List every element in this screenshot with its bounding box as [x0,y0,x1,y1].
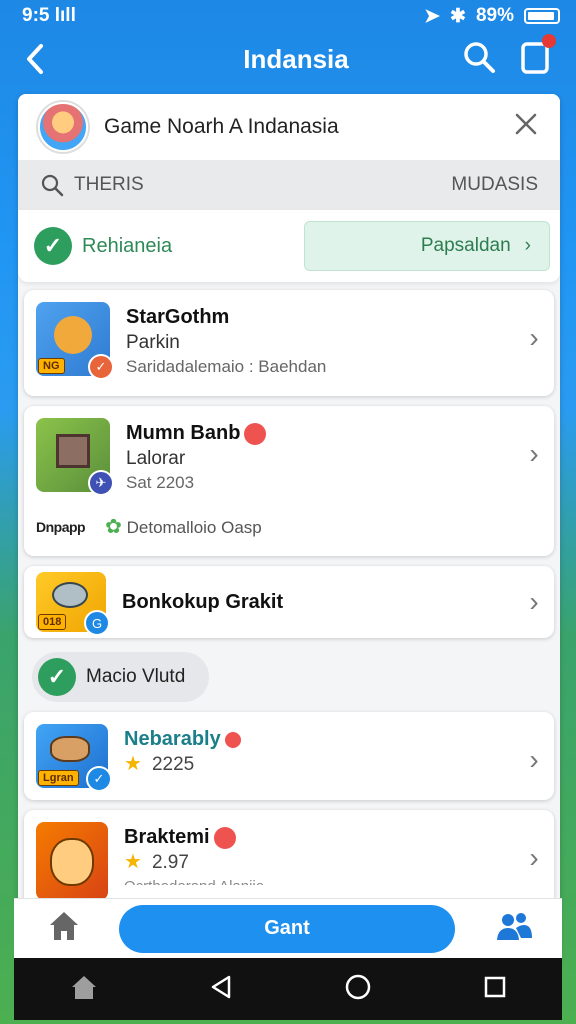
primary-button[interactable]: Gant [119,904,455,953]
game-thumbnail: 018 G [36,572,110,636]
circle-home-icon [345,974,370,999]
game-logo [38,102,88,152]
item-footer: Dnpapp ✿ Detomalloio Oasp [36,514,262,539]
flower-icon [224,731,241,748]
chevron-right-icon: › [529,322,539,353]
thumbnail-tag: Lgran [38,770,79,786]
star-icon: ★ [124,851,142,873]
filter-label: Rehianeia [82,234,173,257]
item-rating: ★ 2225 [124,752,514,777]
notification-badge [542,33,556,48]
game-thumbnail: ✈ [36,418,114,496]
rating-value: 2.97 [151,852,189,873]
section-chip[interactable]: ✓ Macio Vlutd [32,652,210,702]
chat-badge-icon: ✈ [88,470,114,496]
emoji-icon [244,422,267,445]
chevron-left-icon [27,44,43,74]
rating-value: 2225 [151,754,195,775]
item-title: Bonkokup Grakit [122,591,284,613]
search-bar[interactable]: THERIS MUDASIS [18,160,560,210]
check-icon: ✓ [38,658,76,696]
item-title: Nebarably [124,726,514,752]
search-input[interactable]: THERIS [74,174,144,196]
nav-recents-circle-button[interactable] [344,973,372,1006]
thumbnail-tag: 018 [38,614,67,630]
list-item[interactable]: NG ✓ StarGothm Parkin Saridadalemaio : B… [24,290,554,396]
item-rating: ★ 2.97 [124,850,514,875]
bottom-action-bar: Gant [14,898,562,958]
brand-logo: Dnpapp [36,518,86,535]
item-title: StarGothm [126,306,230,328]
home-icon [50,912,78,940]
chevron-right-icon: › [529,744,539,775]
triangle-back-icon [211,975,230,998]
item-meta: Ocrthodorand Alaniie [124,875,514,885]
filter-button[interactable]: Papsaldan › [304,221,550,271]
card-title: Game Noarh A Indanasia [104,115,339,138]
controller-badge-icon: ✓ [86,766,112,792]
app-bar: Indansia [0,32,576,86]
people-icon [497,913,532,940]
item-title-text: Braktemi [124,826,210,848]
search-icon [41,174,64,197]
chevron-right-icon: › [529,842,539,873]
home-icon [71,975,96,999]
status-time: 9:5 lıll [22,5,76,26]
search-button[interactable] [462,40,496,79]
game-list-card: Game Noarh A Indanasia THERIS MUDASIS ✓ … [18,94,560,964]
system-nav-bar [14,958,562,1020]
nav-overview-button[interactable] [483,975,507,1004]
item-meta: Saridadalemaio : Baehdan [126,357,327,376]
star-icon: ★ [124,753,142,775]
check-badge-icon: ✓ [88,354,114,380]
square-overview-icon [484,976,505,997]
list-item[interactable]: 018 G Bonkokup Grakit › [24,566,554,638]
game-thumbnail [36,822,108,900]
close-icon [515,113,537,135]
community-tab[interactable] [494,910,534,947]
nav-home-button[interactable] [70,973,98,1006]
item-title-text: Nebarably [124,728,221,750]
nav-back-button[interactable] [209,974,233,1005]
status-icons: ➤ ✱ 89% [424,5,560,28]
chevron-right-icon: › [524,235,531,256]
list-item[interactable]: Lgran ✓ Nebarably ★ 2225 › [24,712,554,800]
info-badge-icon: G [84,610,110,636]
back-button[interactable] [0,32,70,86]
footer-info: ✿ Detomalloio Oasp [105,514,262,539]
chevron-right-icon: › [529,438,539,469]
search-filter-label[interactable]: MUDASIS [451,174,538,196]
app-title: Indansia [243,43,349,74]
game-thumbnail: Lgran ✓ [36,724,112,792]
item-title: Braktemi [124,824,514,850]
puzzle-icon: ✿ [105,516,122,538]
thumbnail-tag: NG [38,358,65,374]
location-icon: ➤ [424,5,441,27]
item-subtitle: Parkin [126,332,180,353]
status-bar: 9:5 lıll ➤ ✱ 89% [0,0,576,32]
battery-percent: 89% [475,5,514,26]
home-tab[interactable] [48,909,80,948]
item-title-text: Mumn Banb [126,422,241,444]
check-icon: ✓ [34,227,72,265]
game-thumbnail: NG ✓ [36,302,114,380]
battery-icon [524,8,560,24]
chevron-right-icon: › [529,586,539,617]
close-button[interactable] [510,110,542,144]
section-label: Macio Vlutd [86,666,186,687]
list-item[interactable]: ✈ Mumn Banb Lalorar Sat 2203 › Dnpapp ✿ … [24,406,554,556]
footer-text: Detomalloio Oasp [126,518,262,537]
bluetooth-icon: ✱ [450,5,466,27]
item-meta: Sat 2203 [126,473,195,492]
notifications-button[interactable] [520,33,556,79]
item-title: Mumn Banb [126,420,514,446]
search-icon [464,41,495,73]
item-subtitle: Lalorar [126,448,186,469]
filter-button-label: Papsaldan [420,235,511,256]
emoji-icon [213,826,236,849]
filter-row: ✓ Rehianeia Papsaldan › [18,210,560,282]
card-header: Game Noarh A Indanasia [18,94,560,160]
